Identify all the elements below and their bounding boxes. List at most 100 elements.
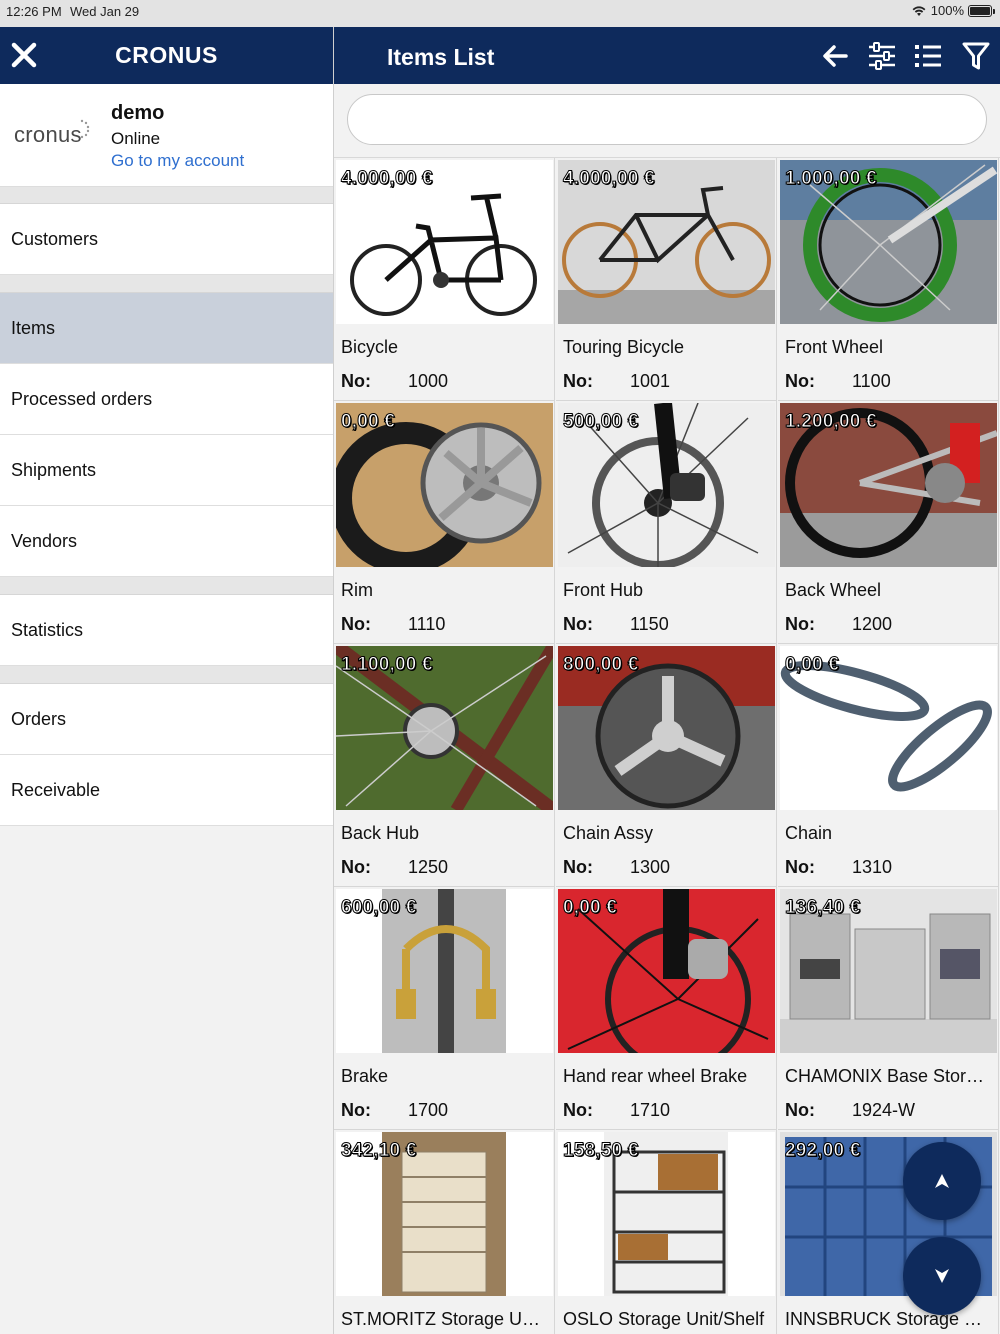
sidebar: CRONUS cronus demo Online Go to my accou… bbox=[0, 27, 334, 1334]
item-no-label: No: bbox=[341, 371, 371, 391]
item-card[interactable]: 136,40 € CHAMONIX Base Stor… No: 1924-W bbox=[778, 887, 999, 1130]
item-name: ST.MORITZ Storage U… bbox=[341, 1309, 541, 1329]
sidebar-title: CRONUS bbox=[115, 42, 218, 68]
account-panel: cronus demo Online Go to my account bbox=[0, 84, 333, 187]
item-no-value: 1924-W bbox=[852, 1100, 916, 1120]
item-price: 500,00 € bbox=[563, 411, 639, 433]
sidebar-item-vendors[interactable]: Vendors bbox=[0, 506, 333, 577]
item-price: 0,00 € bbox=[784, 654, 840, 676]
item-name: OSLO Storage Unit/Shelf bbox=[563, 1309, 765, 1329]
logo-dots-icon bbox=[80, 119, 90, 139]
item-no-value: 1150 bbox=[630, 614, 669, 634]
item-name: Brake bbox=[341, 1066, 389, 1086]
item-no-value: 1310 bbox=[852, 857, 893, 877]
item-price: 342,10 € bbox=[341, 1140, 417, 1162]
item-no-value: 1250 bbox=[408, 857, 449, 877]
menu-separator bbox=[0, 577, 333, 595]
item-price: 800,00 € bbox=[563, 654, 639, 676]
sidebar-item-processed-orders[interactable]: Processed orders bbox=[0, 364, 333, 435]
item-no-value: 1000 bbox=[408, 371, 449, 391]
item-card[interactable]: 1.200,00 € Back Wheel No: 1200 bbox=[778, 401, 999, 644]
item-card[interactable]: 800,00 € Chain Assy No: 1300 bbox=[556, 644, 777, 887]
scroll-down-button[interactable] bbox=[903, 1237, 981, 1315]
sliders-icon[interactable] bbox=[867, 41, 897, 71]
item-card[interactable]: 0,00 € Rim No: 1110 bbox=[334, 401, 555, 644]
sidebar-header: CRONUS bbox=[0, 27, 333, 84]
battery-fill bbox=[970, 6, 990, 15]
item-name: Back Hub bbox=[341, 823, 420, 843]
sidebar-item-receivable[interactable]: Receivable bbox=[0, 755, 333, 826]
items-row: 0,00 € Rim No: 1110 500,00 € Front Hub No: 1150… bbox=[334, 401, 1000, 644]
item-price: 4.000,00 € bbox=[341, 168, 434, 190]
item-price: 1.100,00 € bbox=[341, 654, 434, 676]
status-time: 12:26 PM bbox=[6, 4, 62, 19]
status-right: 100% bbox=[911, 3, 995, 18]
item-no-value: 1200 bbox=[852, 614, 893, 634]
item-name: Hand rear wheel Brake bbox=[563, 1066, 748, 1086]
item-card[interactable]: 1.000,00 € Front Wheel No: 1100 bbox=[778, 158, 999, 401]
item-card[interactable]: 600,00 € Brake No: 1700 bbox=[334, 887, 555, 1130]
items-row: 1.100,00 € Back Hub No: 1250 800,00 € Chain A… bbox=[334, 644, 1000, 887]
items-row: 600,00 € Brake No: 1700 0,00 € Hand rear whee… bbox=[334, 887, 1000, 1130]
top-bar: Items List bbox=[334, 27, 1000, 84]
scroll-up-button[interactable] bbox=[903, 1142, 981, 1220]
item-no-value: 1001 bbox=[630, 371, 671, 391]
filter-icon[interactable] bbox=[961, 41, 991, 71]
item-card[interactable]: 158,50 €OSLO Storage Unit/ShelfNo: bbox=[556, 1130, 777, 1334]
item-name: Front Hub bbox=[563, 580, 644, 600]
item-name: Back Wheel bbox=[785, 580, 882, 600]
item-no-label: No: bbox=[341, 857, 371, 877]
item-no-value: 1100 bbox=[852, 371, 891, 391]
item-no-value: 1300 bbox=[630, 857, 671, 877]
item-card[interactable]: 500,00 € Front Hub No: 1150 bbox=[556, 401, 777, 644]
item-card[interactable]: 4.000,00 € Touring Bicycle No: 1001 bbox=[556, 158, 777, 401]
item-name: Touring Bicycle bbox=[563, 337, 685, 357]
battery-percent: 100% bbox=[930, 3, 964, 18]
item-card[interactable]: 0,00 € Chain No: 1310 bbox=[778, 644, 999, 887]
item-no-label: No: bbox=[563, 614, 593, 634]
sidebar-item-statistics[interactable]: Statistics bbox=[0, 595, 333, 666]
item-price: 4.000,00 € bbox=[563, 168, 656, 190]
item-no-label: No: bbox=[341, 1100, 371, 1120]
items-row: 4.000,00 € Bicycle No: 1000 4.000,00 € Tourin… bbox=[334, 158, 1000, 401]
items-grid: 4.000,00 € Bicycle No: 1000 4.000,00 € Tourin… bbox=[334, 158, 1000, 1334]
account-status: Online bbox=[111, 129, 161, 148]
item-name: Chain bbox=[785, 823, 833, 843]
item-no-label: No: bbox=[563, 1100, 593, 1120]
item-card[interactable]: 1.100,00 € Back Hub No: 1250 bbox=[334, 644, 555, 887]
item-card[interactable]: 342,10 €ST.MORITZ Storage U…No: bbox=[334, 1130, 555, 1334]
search-bar bbox=[334, 84, 1000, 158]
chevron-down-icon bbox=[935, 1269, 949, 1283]
item-no-label: No: bbox=[785, 614, 815, 634]
sidebar-item-shipments[interactable]: Shipments bbox=[0, 435, 333, 506]
list-icon[interactable] bbox=[913, 41, 943, 71]
item-name: Bicycle bbox=[341, 337, 399, 357]
sidebar-item-orders[interactable]: Orders bbox=[0, 684, 333, 755]
chevron-up-icon bbox=[935, 1174, 949, 1188]
item-price: 292,00 € bbox=[785, 1140, 861, 1162]
item-price: 600,00 € bbox=[341, 897, 417, 919]
page-title: Items List bbox=[387, 44, 495, 70]
item-price: 136,40 € bbox=[785, 897, 861, 919]
status-date: Wed Jan 29 bbox=[70, 4, 140, 19]
sidebar-item-items[interactable]: Items bbox=[0, 293, 333, 364]
main-panel: Items List 4.000,00 € Bicycle No: 1000 4.000… bbox=[334, 27, 1000, 1334]
item-price: 0,00 € bbox=[340, 411, 396, 433]
item-no-value: 1700 bbox=[408, 1100, 449, 1120]
item-card[interactable]: 4.000,00 € Bicycle No: 1000 bbox=[334, 158, 555, 401]
battery-icon bbox=[968, 4, 995, 17]
sidebar-item-customers[interactable]: Customers bbox=[0, 204, 333, 275]
menu-separator bbox=[0, 666, 333, 684]
item-no-label: No: bbox=[785, 1100, 815, 1120]
back-arrow-icon[interactable] bbox=[820, 41, 850, 71]
item-price: 1.000,00 € bbox=[785, 168, 878, 190]
item-card[interactable]: 0,00 € Hand rear wheel Brake No: 1710 bbox=[556, 887, 777, 1130]
search-input[interactable] bbox=[347, 94, 987, 145]
account-user: demo bbox=[111, 102, 165, 124]
status-bar: 12:26 PM Wed Jan 29 100% bbox=[0, 0, 1000, 27]
go-to-account-link[interactable]: Go to my account bbox=[111, 151, 244, 171]
item-no-value: 1110 bbox=[408, 614, 446, 634]
wifi-icon bbox=[912, 5, 926, 16]
item-name: Rim bbox=[341, 580, 373, 600]
item-no-label: No: bbox=[785, 857, 815, 877]
